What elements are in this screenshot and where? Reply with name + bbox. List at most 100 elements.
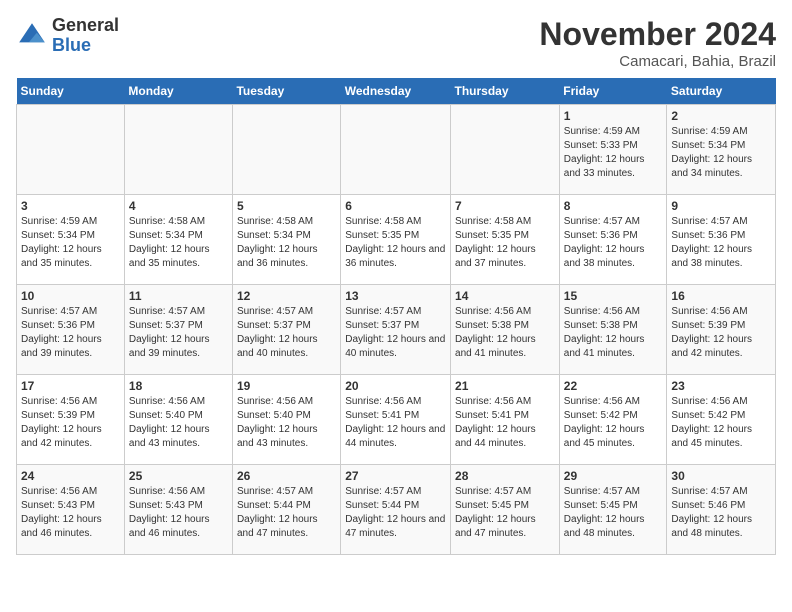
day-info: Sunrise: 4:57 AM Sunset: 5:36 PM Dayligh…: [21, 305, 120, 361]
day-info: Sunrise: 4:59 AM Sunset: 5:33 PM Dayligh…: [564, 125, 663, 181]
calendar-cell: 27Sunrise: 4:57 AM Sunset: 5:44 PM Dayli…: [341, 465, 451, 555]
calendar-cell: 10 Sunrise: 4:57 AM Sunset: 5:36 PM Dayli…: [17, 285, 125, 375]
day-number: 19: [237, 379, 336, 393]
day-number: 29: [564, 469, 663, 483]
calendar-cell: 23 Sunrise: 4:56 AM Sunset: 5:42 PM Dayli…: [667, 375, 776, 465]
calendar-cell: 11 Sunrise: 4:57 AM Sunset: 5:37 PM Dayli…: [124, 285, 232, 375]
calendar-cell: 15 Sunrise: 4:56 AM Sunset: 5:38 PM Dayli…: [559, 285, 667, 375]
day-number: 3: [21, 199, 120, 213]
calendar-cell: [451, 105, 560, 195]
day-number: 4: [129, 199, 228, 213]
day-info: Sunrise: 4:57 AM Sunset: 5:37 PM Dayligh…: [129, 305, 228, 361]
logo-general: General: [52, 15, 119, 35]
calendar-cell: 30 Sunrise: 4:57 AM Sunset: 5:46 PM Dayli…: [667, 465, 776, 555]
calendar-cell: 7 Sunrise: 4:58 AM Sunset: 5:35 PM Daylig…: [451, 195, 560, 285]
calendar-cell: 3 Sunrise: 4:59 AM Sunset: 5:34 PM Daylig…: [17, 195, 125, 285]
day-info: Sunrise: 4:56 AM Sunset: 5:41 PM Dayligh…: [455, 395, 555, 451]
day-info: Sunrise: 4:57 AM Sunset: 5:37 PM Dayligh…: [237, 305, 336, 361]
day-info: Sunrise: 4:57 AM Sunset: 5:45 PM Dayligh…: [455, 485, 555, 541]
col-friday: Friday: [559, 78, 667, 105]
logo-icon: [16, 20, 48, 52]
calendar-cell: 25 Sunrise: 4:56 AM Sunset: 5:43 PM Dayli…: [124, 465, 232, 555]
day-number: 22: [564, 379, 663, 393]
calendar-cell: [17, 105, 125, 195]
logo: General Blue: [16, 16, 119, 56]
day-number: 10: [21, 289, 120, 303]
day-info: Sunrise: 4:56 AM Sunset: 5:39 PM Dayligh…: [671, 305, 771, 361]
day-info: Sunrise: 4:57 AM Sunset: 5:44 PM Dayligh…: [345, 485, 446, 541]
day-number: 17: [21, 379, 120, 393]
day-info: Sunrise: 4:57 AM Sunset: 5:36 PM Dayligh…: [564, 215, 663, 271]
day-number: 8: [564, 199, 663, 213]
calendar-cell: 18 Sunrise: 4:56 AM Sunset: 5:40 PM Dayli…: [124, 375, 232, 465]
calendar-cell: [124, 105, 232, 195]
calendar-cell: 16Sunrise: 4:56 AM Sunset: 5:39 PM Dayli…: [667, 285, 776, 375]
calendar-cell: 4Sunrise: 4:58 AM Sunset: 5:34 PM Daylig…: [124, 195, 232, 285]
day-number: 28: [455, 469, 555, 483]
calendar-week-4: 17 Sunrise: 4:56 AM Sunset: 5:39 PM Dayli…: [17, 375, 776, 465]
col-tuesday: Tuesday: [232, 78, 340, 105]
day-info: Sunrise: 4:56 AM Sunset: 5:43 PM Dayligh…: [129, 485, 228, 541]
day-info: Sunrise: 4:56 AM Sunset: 5:42 PM Dayligh…: [671, 395, 771, 451]
day-number: 11: [129, 289, 228, 303]
col-saturday: Saturday: [667, 78, 776, 105]
day-number: 6: [345, 199, 446, 213]
col-wednesday: Wednesday: [341, 78, 451, 105]
day-number: 7: [455, 199, 555, 213]
day-info: Sunrise: 4:58 AM Sunset: 5:35 PM Dayligh…: [345, 215, 446, 271]
calendar-week-1: 1 Sunrise: 4:59 AM Sunset: 5:33 PM Daylig…: [17, 105, 776, 195]
month-title: November 2024: [539, 16, 776, 53]
calendar-header: Sunday Monday Tuesday Wednesday Thursday…: [17, 78, 776, 105]
day-number: 1: [564, 109, 663, 123]
day-info: Sunrise: 4:57 AM Sunset: 5:44 PM Dayligh…: [237, 485, 336, 541]
day-info: Sunrise: 4:59 AM Sunset: 5:34 PM Dayligh…: [21, 215, 120, 271]
calendar-week-5: 24Sunrise: 4:56 AM Sunset: 5:43 PM Dayli…: [17, 465, 776, 555]
calendar-cell: 21 Sunrise: 4:56 AM Sunset: 5:41 PM Dayli…: [451, 375, 560, 465]
title-block: November 2024 Camacari, Bahia, Brazil: [539, 16, 776, 70]
day-info: Sunrise: 4:59 AM Sunset: 5:34 PM Dayligh…: [671, 125, 771, 181]
day-info: Sunrise: 4:56 AM Sunset: 5:42 PM Dayligh…: [564, 395, 663, 451]
day-number: 18: [129, 379, 228, 393]
calendar-cell: 17 Sunrise: 4:56 AM Sunset: 5:39 PM Dayli…: [17, 375, 125, 465]
day-number: 5: [237, 199, 336, 213]
calendar-cell: 24Sunrise: 4:56 AM Sunset: 5:43 PM Dayli…: [17, 465, 125, 555]
page-header: General Blue November 2024 Camacari, Bah…: [16, 16, 776, 70]
day-info: Sunrise: 4:57 AM Sunset: 5:46 PM Dayligh…: [671, 485, 771, 541]
day-number: 13: [345, 289, 446, 303]
day-info: Sunrise: 4:56 AM Sunset: 5:39 PM Dayligh…: [21, 395, 120, 451]
calendar-cell: 14Sunrise: 4:56 AM Sunset: 5:38 PM Dayli…: [451, 285, 560, 375]
day-info: Sunrise: 4:58 AM Sunset: 5:34 PM Dayligh…: [237, 215, 336, 271]
calendar-body: 1 Sunrise: 4:59 AM Sunset: 5:33 PM Daylig…: [17, 105, 776, 555]
logo-blue: Blue: [52, 35, 91, 55]
calendar-cell: 1 Sunrise: 4:59 AM Sunset: 5:33 PM Daylig…: [559, 105, 667, 195]
day-info: Sunrise: 4:58 AM Sunset: 5:35 PM Dayligh…: [455, 215, 555, 271]
logo-text: General Blue: [52, 16, 119, 56]
day-info: Sunrise: 4:56 AM Sunset: 5:40 PM Dayligh…: [129, 395, 228, 451]
calendar-cell: [232, 105, 340, 195]
day-number: 23: [671, 379, 771, 393]
col-monday: Monday: [124, 78, 232, 105]
day-number: 12: [237, 289, 336, 303]
calendar-cell: 5 Sunrise: 4:58 AM Sunset: 5:34 PM Daylig…: [232, 195, 340, 285]
calendar-cell: 29Sunrise: 4:57 AM Sunset: 5:45 PM Dayli…: [559, 465, 667, 555]
calendar-cell: 19Sunrise: 4:56 AM Sunset: 5:40 PM Dayli…: [232, 375, 340, 465]
day-number: 25: [129, 469, 228, 483]
calendar-cell: 9 Sunrise: 4:57 AM Sunset: 5:36 PM Daylig…: [667, 195, 776, 285]
day-info: Sunrise: 4:56 AM Sunset: 5:38 PM Dayligh…: [455, 305, 555, 361]
day-number: 9: [671, 199, 771, 213]
day-number: 20: [345, 379, 446, 393]
calendar-cell: 20Sunrise: 4:56 AM Sunset: 5:41 PM Dayli…: [341, 375, 451, 465]
calendar-cell: 28 Sunrise: 4:57 AM Sunset: 5:45 PM Dayli…: [451, 465, 560, 555]
day-number: 30: [671, 469, 771, 483]
day-info: Sunrise: 4:57 AM Sunset: 5:37 PM Dayligh…: [345, 305, 446, 361]
day-number: 21: [455, 379, 555, 393]
header-row: Sunday Monday Tuesday Wednesday Thursday…: [17, 78, 776, 105]
day-number: 2: [671, 109, 771, 123]
day-info: Sunrise: 4:57 AM Sunset: 5:36 PM Dayligh…: [671, 215, 771, 271]
calendar-cell: 2 Sunrise: 4:59 AM Sunset: 5:34 PM Daylig…: [667, 105, 776, 195]
day-info: Sunrise: 4:56 AM Sunset: 5:38 PM Dayligh…: [564, 305, 663, 361]
day-number: 26: [237, 469, 336, 483]
day-info: Sunrise: 4:56 AM Sunset: 5:43 PM Dayligh…: [21, 485, 120, 541]
day-number: 15: [564, 289, 663, 303]
col-sunday: Sunday: [17, 78, 125, 105]
